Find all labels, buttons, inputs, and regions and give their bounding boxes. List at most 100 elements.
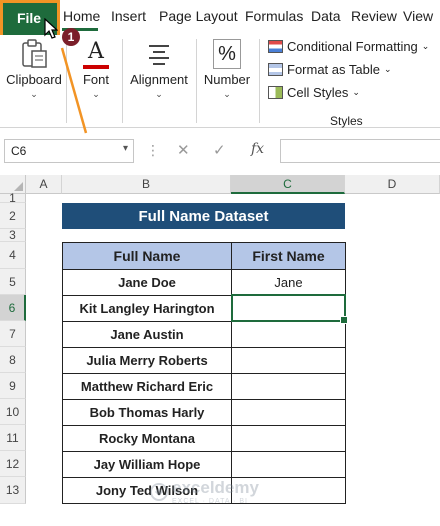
row-header[interactable]: 4	[0, 242, 26, 269]
table-row: Matthew Richard Eric	[62, 373, 346, 400]
table-row: Rocky Montana	[62, 425, 346, 452]
first-name-header[interactable]: First Name	[231, 242, 346, 270]
watermark: exceldemy EXCEL · DATA · BI	[150, 478, 259, 505]
column-header-d[interactable]: D	[345, 175, 440, 194]
name-box[interactable]: C6 ▾	[4, 139, 134, 163]
align-center-icon	[149, 45, 169, 65]
cell-styles-button[interactable]: Cell Styles ⌄	[268, 85, 360, 100]
full-name-cell[interactable]: Jane Austin	[62, 321, 232, 348]
table-header-row: Full Name First Name	[62, 242, 346, 270]
format-as-table-button[interactable]: Format as Table ⌄	[268, 62, 392, 77]
mouse-cursor-icon	[44, 18, 58, 39]
conditional-formatting-button[interactable]: Conditional Formatting ⌄	[268, 39, 429, 54]
full-name-cell[interactable]: Rocky Montana	[62, 425, 232, 452]
row-header[interactable]: 6	[0, 295, 26, 321]
number-label: Number	[203, 72, 251, 87]
first-name-cell[interactable]	[231, 373, 346, 400]
tab-formulas[interactable]: Formulas	[245, 8, 303, 24]
clipboard-icon	[22, 39, 47, 68]
chevron-down-icon: ⌄	[155, 89, 163, 99]
row-header[interactable]: 3	[0, 228, 26, 242]
column-header-c[interactable]: C	[231, 175, 345, 194]
cell-styles-icon	[268, 86, 283, 99]
tab-page-layout[interactable]: Page Layout	[159, 8, 238, 24]
table-row: Jane Austin	[62, 321, 346, 348]
more-icon[interactable]: ⋮	[146, 142, 160, 159]
chevron-down-icon: ⌄	[352, 87, 360, 97]
clipboard-group[interactable]: Clipboard ⌄	[6, 39, 62, 100]
first-name-cell[interactable]	[231, 321, 346, 348]
row-header[interactable]: 10	[0, 399, 26, 425]
name-box-value: C6	[11, 144, 27, 158]
alignment-label: Alignment	[130, 72, 188, 87]
exceldemy-logo-icon	[150, 482, 168, 501]
watermark-name: exceldemy	[172, 478, 259, 497]
conditional-formatting-icon	[268, 40, 283, 53]
step-badge: 1	[62, 28, 80, 46]
tab-insert[interactable]: Insert	[111, 8, 146, 24]
dataset-title[interactable]: Full Name Dataset	[62, 203, 345, 229]
font-color-icon: A	[83, 39, 109, 69]
first-name-cell[interactable]	[231, 451, 346, 478]
cell-styles-label: Cell Styles	[287, 85, 349, 100]
tab-review[interactable]: Review	[351, 8, 397, 24]
column-header-b[interactable]: B	[62, 175, 231, 194]
full-name-cell[interactable]: Jane Doe	[62, 269, 232, 296]
cancel-icon[interactable]: ✕	[177, 141, 190, 159]
number-group[interactable]: % Number ⌄	[202, 39, 252, 100]
row-header[interactable]: 13	[0, 477, 26, 504]
format-as-table-label: Format as Table	[287, 62, 380, 77]
active-cell-selection[interactable]	[231, 294, 348, 324]
styles-group-label: Styles	[330, 114, 363, 128]
chevron-down-icon: ⌄	[421, 41, 430, 51]
table-row: Jane Doe Jane	[62, 269, 346, 296]
insert-function-icon[interactable]: fx	[251, 141, 264, 157]
alignment-group[interactable]: Alignment ⌄	[128, 39, 190, 100]
font-label: Font	[82, 72, 109, 87]
row-header[interactable]: 5	[0, 269, 26, 295]
first-name-cell[interactable]	[231, 399, 346, 426]
formula-bar: C6 ▾ ⋮ ✕ ✓ fx	[0, 138, 440, 166]
row-header[interactable]: 11	[0, 425, 26, 451]
full-name-cell[interactable]: Kit Langley Harington	[62, 295, 232, 322]
conditional-formatting-label: Conditional Formatting	[287, 39, 418, 54]
row-header[interactable]: 1	[0, 191, 26, 205]
chevron-down-icon: ⌄	[92, 89, 100, 99]
tab-data[interactable]: Data	[311, 8, 341, 24]
full-name-cell[interactable]: Matthew Richard Eric	[62, 373, 232, 400]
tab-view[interactable]: View	[403, 8, 433, 24]
row-header[interactable]: 9	[0, 373, 26, 399]
row-header[interactable]: 7	[0, 321, 26, 347]
divider	[196, 39, 197, 123]
chevron-down-icon: ⌄	[383, 64, 392, 74]
row-header[interactable]: 8	[0, 347, 26, 373]
column-header-a[interactable]: A	[26, 175, 62, 194]
table-row: Jay William Hope	[62, 451, 346, 478]
first-name-cell[interactable]	[231, 425, 346, 452]
percent-icon: %	[213, 39, 241, 69]
formula-input[interactable]	[280, 139, 440, 163]
enter-icon[interactable]: ✓	[213, 141, 226, 159]
divider	[66, 39, 67, 123]
chevron-down-icon[interactable]: ▾	[123, 143, 128, 154]
full-name-cell[interactable]: Bob Thomas Harly	[62, 399, 232, 426]
first-name-cell[interactable]	[231, 347, 346, 374]
row-header[interactable]: 2	[0, 203, 26, 229]
clipboard-label: Clipboard	[6, 72, 62, 87]
font-group[interactable]: A Font ⌄	[74, 39, 118, 100]
divider	[259, 39, 260, 123]
format-as-table-icon	[268, 63, 283, 76]
full-name-cell[interactable]: Jay William Hope	[62, 451, 232, 478]
chevron-down-icon: ⌄	[223, 89, 231, 99]
table-row: Bob Thomas Harly	[62, 399, 346, 426]
full-name-cell[interactable]: Julia Merry Roberts	[62, 347, 232, 374]
divider	[122, 39, 123, 123]
row-header[interactable]: 12	[0, 451, 26, 477]
chevron-down-icon: ⌄	[30, 89, 38, 99]
full-name-header[interactable]: Full Name	[62, 242, 232, 270]
first-name-cell[interactable]: Jane	[231, 269, 346, 296]
table-row: Julia Merry Roberts	[62, 347, 346, 374]
tab-home[interactable]: Home	[63, 8, 100, 24]
ribbon-home: Clipboard ⌄ A Font ⌄ Alignment ⌄ % Numbe…	[0, 35, 440, 128]
watermark-tagline: EXCEL · DATA · BI	[172, 498, 248, 505]
